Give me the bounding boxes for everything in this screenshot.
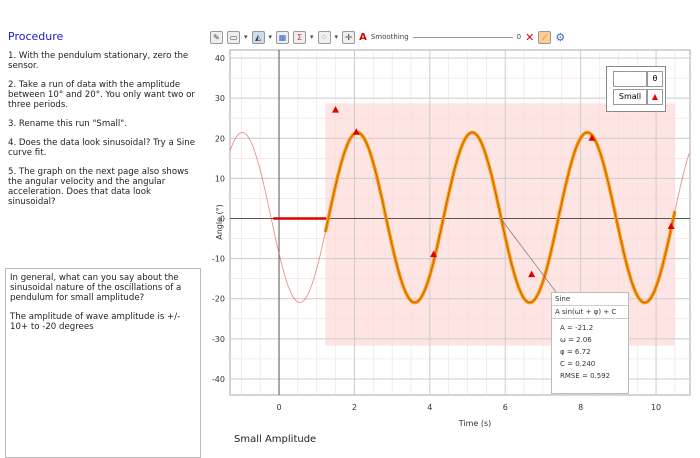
curve-fit-box[interactable]: Sine A sin(ωt + φ) + C A = -21.2 ω = 2.0…	[551, 292, 629, 394]
y-tick-label: -40	[212, 375, 225, 384]
y-tick-label: 30	[215, 94, 225, 103]
y-tick-label: 40	[215, 54, 225, 63]
x-tick-label: 4	[427, 403, 432, 412]
fit-param: RMSE = 0.592	[560, 372, 611, 380]
x-tick-label: 0	[276, 403, 281, 412]
y-axis-label: Angle (°)	[215, 204, 224, 240]
y-tick-label: 10	[215, 174, 225, 183]
x-tick-label: 10	[651, 403, 661, 412]
fit-param: C = 0.240	[560, 360, 596, 368]
fit-equation: A sin(ωt + φ) + C	[552, 306, 628, 319]
legend: θ Small ▲	[606, 66, 666, 112]
x-tick-label: 6	[503, 403, 508, 412]
x-axis-label: Time (s)	[458, 419, 492, 428]
fit-param: φ = 6.72	[560, 348, 591, 356]
x-tick-label: 2	[352, 403, 357, 412]
legend-marker-icon: ▲	[647, 89, 663, 105]
fit-param: ω = 2.06	[560, 336, 592, 344]
fit-param: A = -21.2	[560, 324, 594, 332]
legend-header-theta: θ	[647, 71, 663, 87]
x-tick-label: 8	[578, 403, 583, 412]
legend-run-name[interactable]: Small	[613, 89, 647, 105]
y-tick-label: -10	[212, 255, 225, 264]
fit-name: Sine	[552, 293, 628, 306]
y-tick-label: -30	[212, 335, 225, 344]
y-tick-label: 20	[215, 134, 225, 143]
y-tick-label: -20	[212, 295, 225, 304]
legend-header-blank	[613, 71, 647, 87]
graph-caption: Small Amplitude	[234, 434, 317, 445]
